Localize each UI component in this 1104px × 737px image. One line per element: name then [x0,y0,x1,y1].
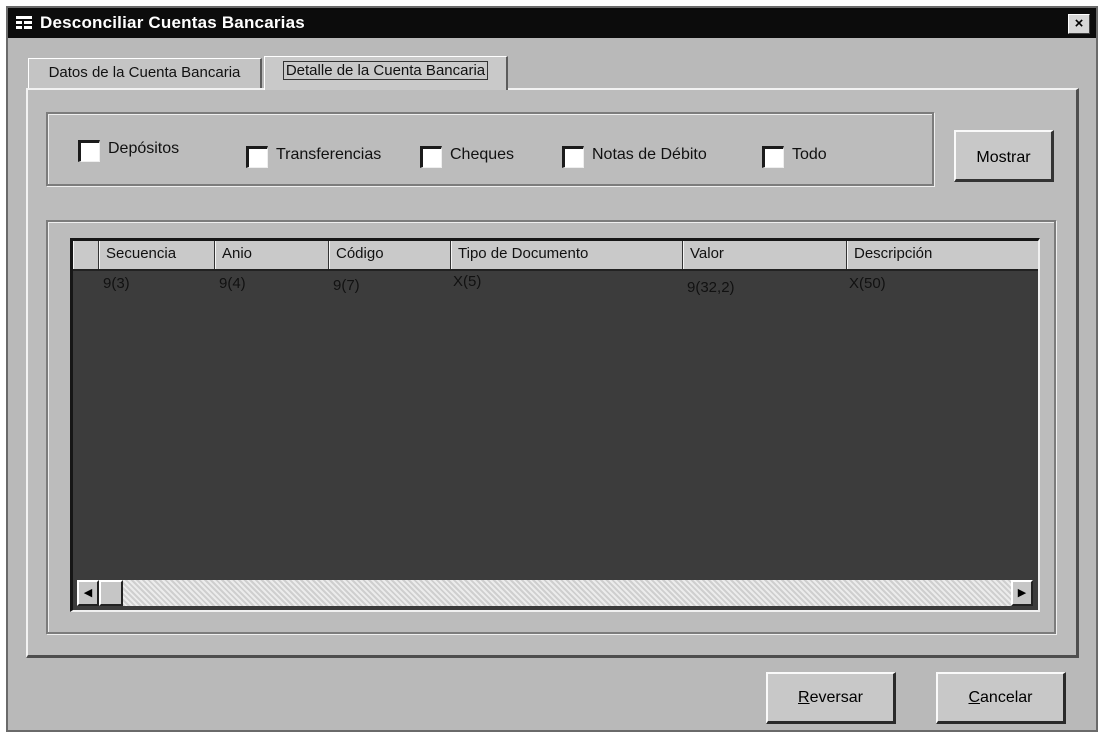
arrow-left-icon: ◀ [83,587,93,599]
button-label: eversar [809,689,863,706]
table-icon [16,16,32,29]
button-label: ancelar [980,689,1033,706]
close-icon: × [1074,15,1084,32]
column-header[interactable]: Anio [215,241,329,269]
row-selector-header [73,241,99,269]
close-button[interactable]: × [1068,14,1090,34]
arrow-right-icon: ▶ [1017,587,1027,599]
horizontal-scrollbar[interactable]: ◀ ▶ [77,580,1033,606]
column-header[interactable]: Valor [683,241,847,269]
grid-header: Secuencia Anio Código Tipo de Documento … [73,241,1038,271]
table-cell: X(5) [453,273,482,290]
tab-detalle-cuenta[interactable]: Detalle de la Cuenta Bancaria [264,56,508,90]
checkbox-box[interactable] [420,146,442,168]
table-cell: 9(32,2) [687,279,735,296]
column-header[interactable]: Secuencia [99,241,215,269]
mnemonic-letter: R [798,689,810,706]
scroll-left-button[interactable]: ◀ [77,580,99,606]
tab-label: Datos de la Cuenta Bancaria [48,64,241,81]
checkbox-label: Depósitos [108,140,180,157]
checkbox-label: Todo [792,146,827,163]
checkbox-box[interactable] [78,140,100,162]
checkbox-box[interactable] [246,146,268,168]
data-grid[interactable]: Secuencia Anio Código Tipo de Documento … [70,238,1040,612]
checkbox-label: Notas de Débito [592,146,707,163]
scroll-thumb[interactable] [99,580,123,606]
window-title: Desconciliar Cuentas Bancarias [40,13,305,32]
column-header[interactable]: Tipo de Documento [451,241,683,269]
checkbox-box[interactable] [562,146,584,168]
table-cell: 9(7) [333,277,360,294]
mnemonic-letter: C [968,689,981,706]
table-cell: 9(3) [103,275,130,292]
tab-label: Detalle de la Cuenta Bancaria [282,61,489,80]
column-header[interactable]: Código [329,241,451,269]
checkbox-box[interactable] [762,146,784,168]
tab-datos-cuenta[interactable]: Datos de la Cuenta Bancaria [28,58,262,88]
title-bar: Desconciliar Cuentas Bancarias × [8,8,1096,38]
checkbox-label: Transferencias [276,146,382,163]
scroll-right-button[interactable]: ▶ [1011,580,1033,606]
mostrar-button[interactable]: Mostrar [954,130,1054,182]
column-header[interactable]: Descripción [847,241,1038,269]
checkbox-label: Cheques [450,146,515,163]
table-cell: X(50) [849,275,886,292]
reversar-button[interactable]: Reversar [766,672,896,724]
cancelar-button[interactable]: Cancelar [936,672,1066,724]
table-cell: 9(4) [219,275,246,292]
